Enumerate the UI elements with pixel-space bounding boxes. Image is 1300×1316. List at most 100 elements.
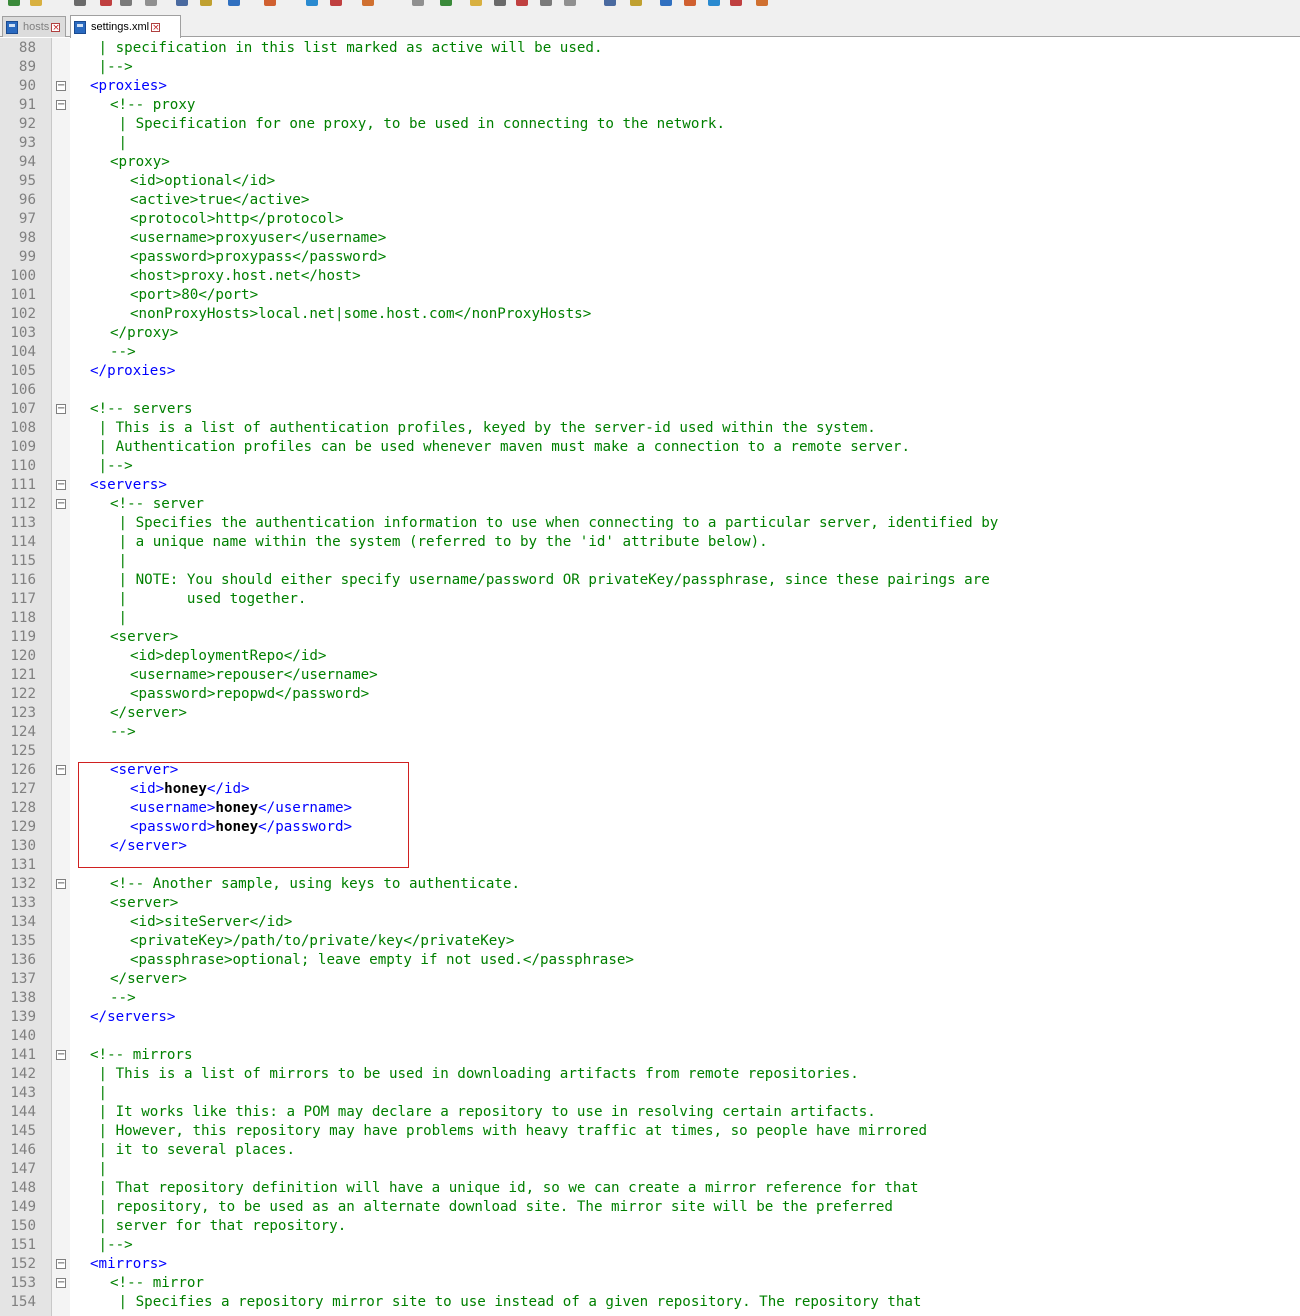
code-line: 113 | Specifies the authentication infor… xyxy=(0,514,1300,533)
toolbar-button[interactable] xyxy=(74,0,86,6)
line-number: 88 xyxy=(18,40,36,56)
line-number: 137 xyxy=(10,971,36,987)
code-text: <servers> xyxy=(90,477,167,493)
fold-toggle-icon[interactable]: − xyxy=(56,765,66,775)
line-number: 150 xyxy=(10,1218,36,1234)
code-line: 107 − <!-- servers xyxy=(0,400,1300,419)
code-line: 123 </server> xyxy=(0,704,1300,723)
code-text: | This is a list of mirrors to be used i… xyxy=(90,1066,859,1082)
toolbar-button[interactable] xyxy=(470,0,482,6)
toolbar-button[interactable] xyxy=(120,0,132,6)
fold-toggle-icon[interactable]: − xyxy=(56,1259,66,1269)
toolbar-button[interactable] xyxy=(730,0,742,6)
code-text: | xyxy=(110,135,128,151)
code-line: 116 | NOTE: You should either specify us… xyxy=(0,571,1300,590)
tab-hosts[interactable]: hosts × xyxy=(2,16,66,37)
code-line: 145 | However, this repository may have … xyxy=(0,1122,1300,1141)
code-line: 130 </server> xyxy=(0,837,1300,856)
code-line: 94 <proxy> xyxy=(0,153,1300,172)
fold-toggle-icon[interactable]: − xyxy=(56,480,66,490)
code-text: | Authentication profiles can be used wh… xyxy=(90,439,910,455)
toolbar-button[interactable] xyxy=(604,0,616,6)
toolbar-button[interactable] xyxy=(412,0,424,6)
code-text: --> xyxy=(110,990,136,1006)
toolbar-button[interactable] xyxy=(564,0,576,6)
code-line: 120 <id>deploymentRepo</id> xyxy=(0,647,1300,666)
close-icon[interactable]: × xyxy=(51,22,61,32)
toolbar-button[interactable] xyxy=(200,0,212,6)
fold-toggle-icon[interactable]: − xyxy=(56,499,66,509)
toolbar-button[interactable] xyxy=(660,0,672,6)
code-text: | This is a list of authentication profi… xyxy=(90,420,876,436)
code-line: 144 | It works like this: a POM may decl… xyxy=(0,1103,1300,1122)
toolbar-button[interactable] xyxy=(264,0,276,6)
code-line: 118 | xyxy=(0,609,1300,628)
line-number: 110 xyxy=(10,458,36,474)
fold-toggle-icon[interactable]: − xyxy=(56,1278,66,1288)
code-text: </proxy> xyxy=(110,325,179,341)
code-text: | server for that repository. xyxy=(90,1218,347,1234)
line-number: 93 xyxy=(18,135,36,151)
line-number: 100 xyxy=(10,268,36,284)
toolbar-button[interactable] xyxy=(362,0,374,6)
fold-toggle-icon[interactable]: − xyxy=(56,81,66,91)
toolbar-button[interactable] xyxy=(145,0,157,6)
tab-label: hosts xyxy=(23,21,50,33)
toolbar-button[interactable] xyxy=(684,0,696,6)
toolbar-button[interactable] xyxy=(756,0,768,6)
line-number: 94 xyxy=(18,154,36,170)
fold-toggle-icon[interactable]: − xyxy=(56,100,66,110)
code-text: <port>80</port> xyxy=(130,287,259,303)
fold-toggle-icon[interactable]: − xyxy=(56,1050,66,1060)
code-line: 122 <password>repopwd</password> xyxy=(0,685,1300,704)
toolbar-button[interactable] xyxy=(306,0,318,6)
toolbar-button[interactable] xyxy=(176,0,188,6)
line-number: 89 xyxy=(18,59,36,75)
fold-toggle-icon[interactable]: − xyxy=(56,404,66,414)
line-number: 144 xyxy=(10,1104,36,1120)
fold-toggle-icon[interactable]: − xyxy=(56,879,66,889)
code-line: 105 </proxies> xyxy=(0,362,1300,381)
code-line: 150 | server for that repository. xyxy=(0,1217,1300,1236)
toolbar-button[interactable] xyxy=(630,0,642,6)
toolbar-button[interactable] xyxy=(100,0,112,6)
code-text: | Specification for one proxy, to be use… xyxy=(110,116,725,132)
toolbar-button[interactable] xyxy=(540,0,552,6)
code-text: </server> xyxy=(110,705,187,721)
code-line: 147 | xyxy=(0,1160,1300,1179)
code-line: 98 <username>proxyuser</username> xyxy=(0,229,1300,248)
line-number: 126 xyxy=(10,762,36,778)
line-number: 132 xyxy=(10,876,36,892)
line-number: 120 xyxy=(10,648,36,664)
toolbar-button[interactable] xyxy=(8,0,20,6)
toolbar-button[interactable] xyxy=(228,0,240,6)
code-text: <proxy> xyxy=(110,154,170,170)
toolbar-button[interactable] xyxy=(708,0,720,6)
code-line: 112 − <!-- server xyxy=(0,495,1300,514)
toolbar-button[interactable] xyxy=(516,0,528,6)
code-line: 128 <username>honey</username> xyxy=(0,799,1300,818)
line-number: 101 xyxy=(10,287,36,303)
code-text: |--> xyxy=(90,59,133,75)
code-line: 115 | xyxy=(0,552,1300,571)
close-icon[interactable]: × xyxy=(151,22,161,32)
code-line: 89 |--> xyxy=(0,58,1300,77)
line-number: 90 xyxy=(18,78,36,94)
code-line: 124 --> xyxy=(0,723,1300,742)
code-text: | xyxy=(90,1161,108,1177)
toolbar-button[interactable] xyxy=(30,0,42,6)
code-text: <nonProxyHosts>local.net|some.host.com</… xyxy=(130,306,592,322)
tab-settings-xml[interactable]: settings.xml × xyxy=(70,15,181,38)
toolbar-button[interactable] xyxy=(330,0,342,6)
code-editor[interactable]: 88 | specification in this list marked a… xyxy=(0,38,1300,1316)
code-text: <id>deploymentRepo</id> xyxy=(130,648,327,664)
code-line: 131 xyxy=(0,856,1300,875)
file-save-icon xyxy=(6,20,18,34)
toolbar-button[interactable] xyxy=(494,0,506,6)
line-number: 92 xyxy=(18,116,36,132)
line-number: 138 xyxy=(10,990,36,1006)
code-text: | NOTE: You should either specify userna… xyxy=(110,572,990,588)
code-line: 109 | Authentication profiles can be use… xyxy=(0,438,1300,457)
toolbar-button[interactable] xyxy=(440,0,452,6)
line-number: 125 xyxy=(10,743,36,759)
